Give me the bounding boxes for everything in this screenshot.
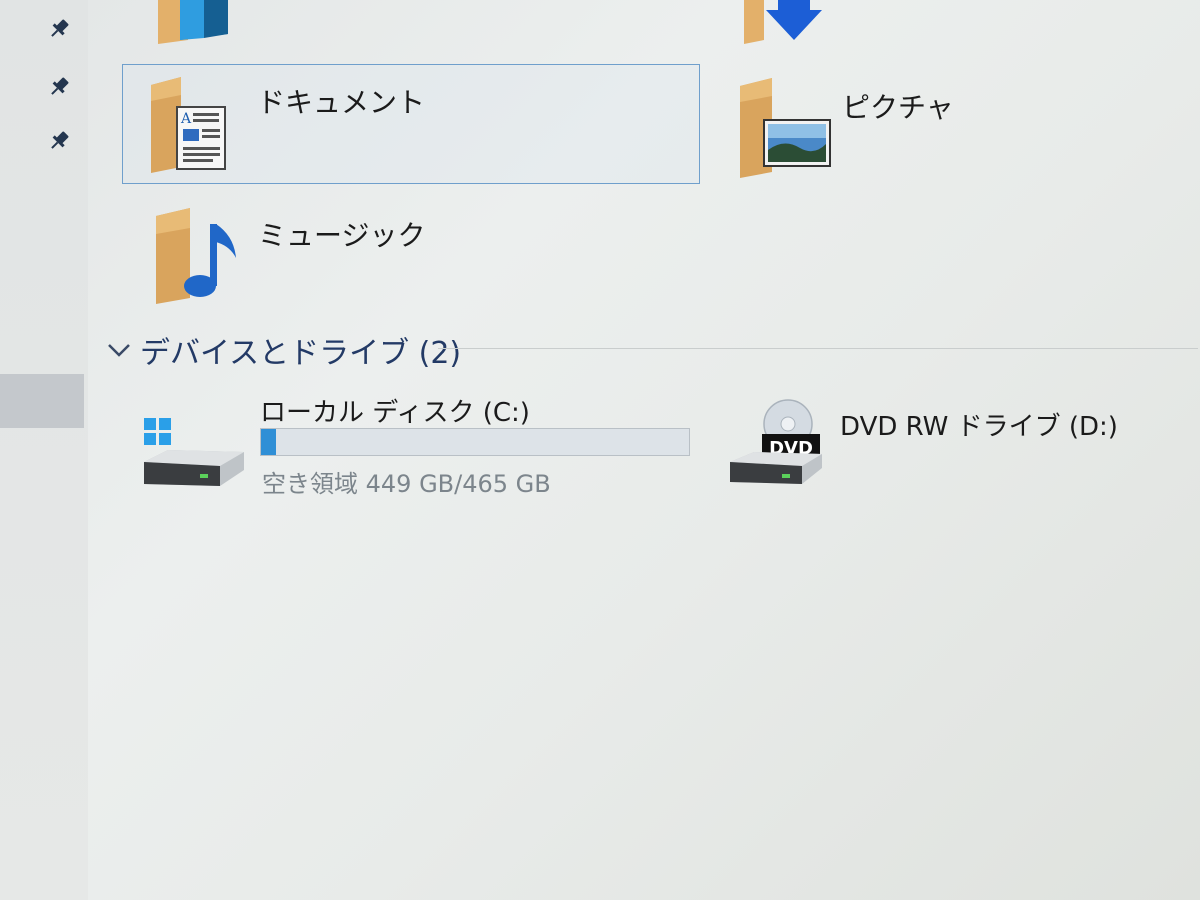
local-disk-name: ローカル ディスク (C:) (260, 398, 530, 428)
disk-usage-bar (260, 428, 690, 456)
pin-icon[interactable] (46, 16, 72, 42)
section-title: デバイスとドライブ (2) (140, 336, 462, 371)
documents-folder-label: ドキュメント (257, 86, 426, 119)
documents-folder-icon: A (151, 77, 226, 173)
pictures-folder-icon (740, 78, 831, 178)
nav-item-selected[interactable] (0, 374, 84, 428)
chevron-down-icon[interactable] (106, 340, 132, 360)
documents-folder-tile[interactable]: A ドキュメント (122, 64, 700, 184)
devices-drives-section-header[interactable]: デバイスとドライブ (2) (106, 328, 461, 372)
local-disk-icon (144, 418, 244, 486)
dvd-drive-name: DVD RW ドライブ (D:) (840, 412, 1118, 442)
downloads-folder-icon[interactable] (738, 0, 828, 48)
music-folder-label: ミュージック (258, 219, 426, 252)
section-divider (438, 348, 1198, 349)
music-folder-tile[interactable]: ミュージック (148, 198, 598, 310)
navigation-pane (0, 0, 88, 900)
music-folder-icon (156, 208, 236, 304)
disk-free-space: 空き領域 449 GB/465 GB (262, 470, 551, 498)
local-disk-c-tile[interactable]: ローカル ディスク (C:) 空き領域 449 GB/465 GB (138, 386, 758, 498)
content-pane: A ドキュメント ピクチャ ミュージック デバイスとドライブ (2) ローカル … (88, 0, 1200, 900)
pictures-folder-label: ピクチャ (842, 91, 954, 124)
dvd-drive-icon: DVD (730, 399, 822, 484)
dvd-drive-d-tile[interactable]: DVD DVD RW ドライブ (D:) (724, 392, 1144, 502)
3d-objects-folder-icon[interactable] (150, 0, 234, 48)
pin-icon[interactable] (46, 74, 72, 100)
disk-usage-fill (261, 429, 276, 455)
svg-text:A: A (180, 111, 192, 127)
pictures-folder-tile[interactable]: ピクチャ (728, 70, 1128, 182)
pin-icon[interactable] (46, 128, 72, 154)
